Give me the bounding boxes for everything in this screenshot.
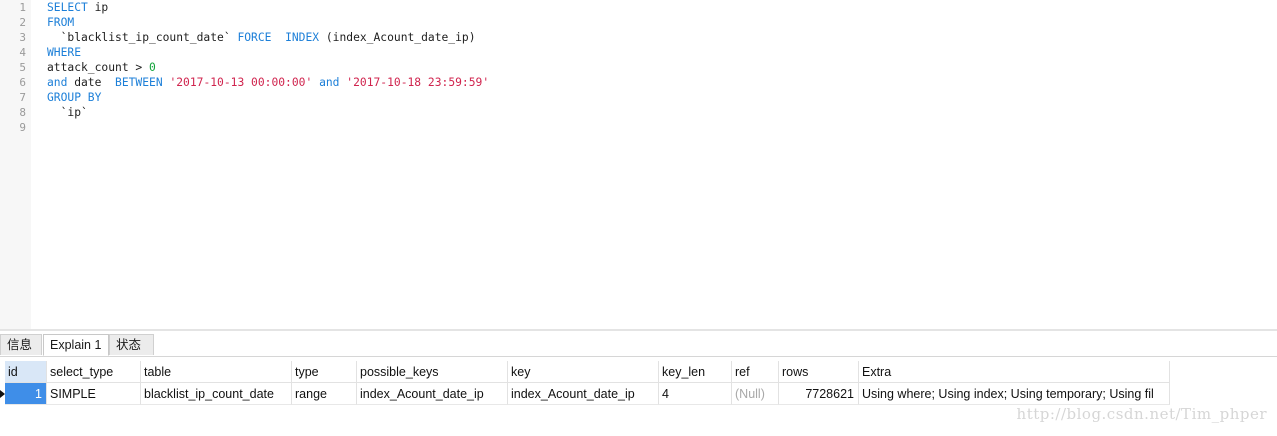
cell-extra[interactable]: Using where; Using index; Using temporar… — [859, 383, 1170, 405]
result-tabs: 信息 Explain 1 状态 — [0, 332, 1277, 357]
col-header-ref[interactable]: ref — [732, 361, 779, 383]
code-line[interactable]: and date BETWEEN '2017-10-13 00:00:00' a… — [47, 75, 489, 90]
sql-keyword: INDEX — [285, 31, 320, 44]
cell-key-len[interactable]: 4 — [659, 383, 732, 405]
code-line[interactable]: `blacklist_ip_count_date` FORCE INDEX (i… — [47, 30, 476, 45]
sql-keyword: and — [47, 76, 68, 89]
code-line[interactable]: WHERE — [47, 45, 81, 60]
code-line[interactable]: attack_count > 0 — [47, 60, 156, 75]
sql-keyword: GROUP BY — [47, 91, 102, 104]
col-header-rows[interactable]: rows — [779, 361, 859, 383]
cell-possible-keys[interactable]: index_Acount_date_ip — [357, 383, 508, 405]
cell-ref[interactable]: (Null) — [732, 383, 779, 405]
sql-keyword: FROM — [47, 16, 75, 29]
tab-info[interactable]: 信息 — [0, 334, 42, 355]
grid-header-row: id select_type table type possible_keys … — [0, 361, 1277, 383]
code-line[interactable]: `ip` — [47, 105, 88, 120]
sql-text: `ip` — [47, 106, 88, 119]
line-number: 8 — [19, 106, 26, 119]
sql-text: `blacklist_ip_count_date` — [47, 31, 238, 44]
col-header-key[interactable]: key — [508, 361, 659, 383]
col-header-type[interactable]: type — [292, 361, 357, 383]
sql-keyword: and — [319, 76, 340, 89]
line-number: 2 — [19, 16, 26, 29]
watermark: http://blog.csdn.net/Tim_phper — [1016, 405, 1267, 423]
sql-keyword: FORCE — [237, 31, 272, 44]
cell-rows[interactable]: 7728621 — [779, 383, 859, 405]
sql-keyword: WHERE — [47, 46, 82, 59]
cell-id[interactable]: 1 — [5, 383, 47, 405]
line-number: 1 — [19, 1, 26, 14]
table-row[interactable]: 1 SIMPLE blacklist_ip_count_date range i… — [0, 383, 1277, 405]
splitter[interactable] — [0, 329, 1277, 331]
col-header-select-type[interactable]: select_type — [47, 361, 141, 383]
cell-table[interactable]: blacklist_ip_count_date — [141, 383, 292, 405]
sql-text: ip — [87, 1, 109, 14]
sql-string: '2017-10-18 23:59:59' — [346, 76, 490, 89]
code-line[interactable]: FROM — [47, 15, 74, 30]
col-header-id[interactable]: id — [5, 361, 47, 383]
cell-key[interactable]: index_Acount_date_ip — [508, 383, 659, 405]
code-line[interactable]: GROUP BY — [47, 90, 101, 105]
sql-keyword: SELECT — [47, 1, 88, 14]
cell-select-type[interactable]: SIMPLE — [47, 383, 141, 405]
sql-text: (index_Acount_date_ip) — [319, 31, 476, 44]
sql-text: attack_count > — [47, 61, 150, 74]
line-number: 3 — [19, 31, 26, 44]
sql-text: date — [67, 76, 116, 89]
sql-editor[interactable]: 123456789 SELECT ip FROM `blacklist_ip_co… — [0, 0, 1277, 329]
col-header-possible-keys[interactable]: possible_keys — [357, 361, 508, 383]
tab-status[interactable]: 状态 — [109, 334, 154, 355]
line-number: 4 — [19, 46, 26, 59]
col-header-extra[interactable]: Extra — [859, 361, 1170, 383]
col-header-key-len[interactable]: key_len — [659, 361, 732, 383]
sql-keyword: BETWEEN — [115, 76, 163, 89]
tab-explain-1[interactable]: Explain 1 — [43, 334, 109, 356]
line-number: 6 — [19, 76, 26, 89]
line-number-gutter: 1 2 3 4 5 6 7 8 9 — [0, 0, 31, 329]
code-line[interactable]: SELECT ip — [47, 0, 108, 15]
line-number: 9 — [19, 121, 26, 134]
col-header-table[interactable]: table — [141, 361, 292, 383]
line-number: 7 — [19, 91, 26, 104]
sql-number: 0 — [149, 61, 156, 74]
sql-string: '2017-10-13 00:00:00' — [169, 76, 313, 89]
cell-type[interactable]: range — [292, 383, 357, 405]
line-number: 5 — [19, 61, 26, 74]
